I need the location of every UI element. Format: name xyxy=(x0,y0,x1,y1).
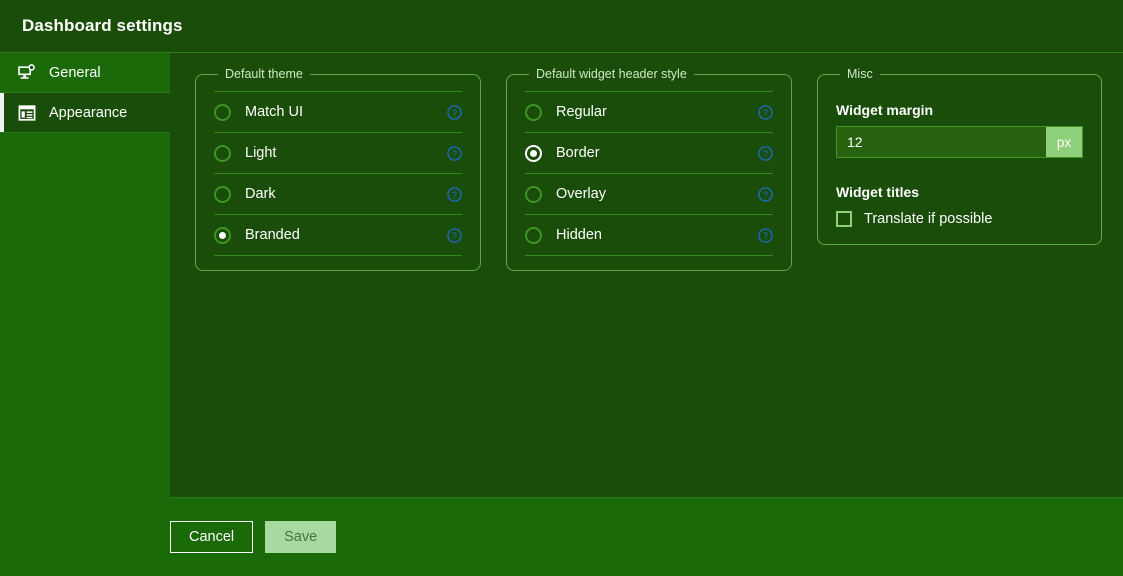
help-icon-match-ui[interactable]: ? xyxy=(447,105,462,120)
radio-match-ui[interactable] xyxy=(214,104,231,121)
help-icon-border[interactable]: ? xyxy=(758,146,773,161)
radio-label-branded: Branded xyxy=(245,227,447,243)
monitor-gear-icon xyxy=(18,64,36,82)
misc-group: Misc Widget margin px Widget titles Tran… xyxy=(817,67,1102,245)
radio-label-light: Light xyxy=(245,145,447,161)
svg-text:?: ? xyxy=(452,107,457,117)
help-icon-hidden[interactable]: ? xyxy=(758,228,773,243)
radio-branded[interactable] xyxy=(214,227,231,244)
translate-if-possible-label: Translate if possible xyxy=(864,211,992,227)
radio-row-border[interactable]: Border ? xyxy=(525,133,773,174)
widget-margin-unit: px xyxy=(1046,127,1082,157)
cancel-button[interactable]: Cancel xyxy=(170,521,253,553)
radio-row-match-ui[interactable]: Match UI ? xyxy=(214,91,462,133)
svg-text:?: ? xyxy=(452,189,457,199)
translate-if-possible-row[interactable]: Translate if possible xyxy=(836,208,1083,230)
radio-label-hidden: Hidden xyxy=(556,227,758,243)
settings-content-wrap: Default theme Match UI ? Light xyxy=(170,53,1123,576)
svg-text:?: ? xyxy=(763,189,768,199)
svg-text:?: ? xyxy=(763,230,768,240)
dialog-footer: Cancel Save xyxy=(170,498,1123,576)
default-theme-legend: Default theme xyxy=(218,67,310,81)
radio-row-light[interactable]: Light ? xyxy=(214,133,462,174)
radio-border[interactable] xyxy=(525,145,542,162)
widget-margin-input[interactable] xyxy=(837,127,1046,157)
appearance-settings-panel: Default theme Match UI ? Light xyxy=(170,53,1123,498)
default-theme-group: Default theme Match UI ? Light xyxy=(195,67,481,271)
radio-label-dark: Dark xyxy=(245,186,447,202)
widget-titles-label: Widget titles xyxy=(836,184,1083,200)
sidebar-item-appearance[interactable]: Appearance xyxy=(0,93,170,133)
radio-regular[interactable] xyxy=(525,104,542,121)
window-layout-icon xyxy=(18,104,36,122)
radio-overlay[interactable] xyxy=(525,186,542,203)
svg-text:?: ? xyxy=(452,230,457,240)
dialog-body: General Appearance xyxy=(0,53,1123,576)
misc-legend: Misc xyxy=(840,67,880,81)
dialog-header: Dashboard settings xyxy=(0,0,1123,53)
radio-label-overlay: Overlay xyxy=(556,186,758,202)
radio-row-dark[interactable]: Dark ? xyxy=(214,174,462,215)
widget-margin-input-row: px xyxy=(836,126,1083,158)
settings-sidebar: General Appearance xyxy=(0,53,170,576)
radio-light[interactable] xyxy=(214,145,231,162)
radio-row-hidden[interactable]: Hidden ? xyxy=(525,215,773,256)
radio-label-match-ui: Match UI xyxy=(245,104,447,120)
help-icon-regular[interactable]: ? xyxy=(758,105,773,120)
sidebar-item-general[interactable]: General xyxy=(0,53,170,93)
radio-dark[interactable] xyxy=(214,186,231,203)
help-icon-overlay[interactable]: ? xyxy=(758,187,773,202)
help-icon-branded[interactable]: ? xyxy=(447,228,462,243)
sidebar-item-appearance-label: Appearance xyxy=(49,105,127,121)
widget-header-style-group: Default widget header style Regular ? Bo… xyxy=(506,67,792,271)
help-icon-dark[interactable]: ? xyxy=(447,187,462,202)
help-icon-light[interactable]: ? xyxy=(447,146,462,161)
translate-if-possible-checkbox[interactable] xyxy=(836,211,852,227)
sidebar-item-general-label: General xyxy=(49,65,101,81)
svg-text:?: ? xyxy=(763,148,768,158)
radio-row-branded[interactable]: Branded ? xyxy=(214,215,462,256)
widget-margin-label: Widget margin xyxy=(836,102,1083,118)
radio-row-regular[interactable]: Regular ? xyxy=(525,91,773,133)
radio-row-overlay[interactable]: Overlay ? xyxy=(525,174,773,215)
radio-hidden[interactable] xyxy=(525,227,542,244)
radio-label-border: Border xyxy=(556,145,758,161)
widget-header-style-legend: Default widget header style xyxy=(529,67,694,81)
dashboard-settings-dialog: Dashboard settings General xyxy=(0,0,1123,576)
page-title: Dashboard settings xyxy=(22,16,183,36)
svg-text:?: ? xyxy=(452,148,457,158)
svg-text:?: ? xyxy=(763,107,768,117)
save-button[interactable]: Save xyxy=(265,521,336,553)
radio-label-regular: Regular xyxy=(556,104,758,120)
